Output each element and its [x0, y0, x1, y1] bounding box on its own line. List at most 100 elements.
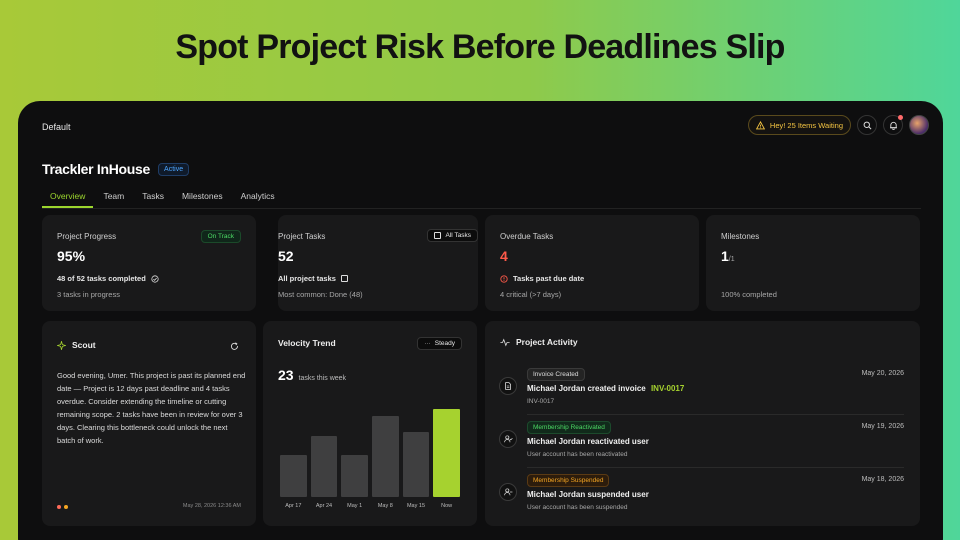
all-project-tasks-label: All project tasks	[278, 274, 336, 283]
activity-tag: Membership Suspended	[527, 474, 610, 487]
milestones-total: /1	[728, 256, 735, 263]
velocity-value: 23	[278, 367, 294, 383]
page-headline: Spot Project Risk Before Deadlines Slip	[175, 28, 785, 66]
divider	[527, 414, 904, 415]
steady-label: Steady	[434, 340, 455, 347]
activity-item[interactable]: Membership Reactivated Michael Jordan re…	[499, 418, 904, 470]
velocity-bar	[310, 435, 338, 497]
divider	[527, 467, 904, 468]
velocity-bar	[402, 431, 430, 497]
velocity-bar	[372, 416, 399, 497]
activity-tag: Membership Reactivated	[527, 421, 611, 434]
card-label: Project Tasks	[278, 232, 326, 241]
notifications-button[interactable]	[883, 115, 903, 135]
scout-dot	[57, 505, 61, 509]
project-progress-card: Project Progress On Track 95% 48 of 52 t…	[42, 215, 256, 311]
file-icon	[505, 382, 511, 390]
velocity-value-row: 23 tasks this week	[278, 367, 346, 383]
workspace-selector[interactable]: Default	[42, 122, 71, 132]
activity-title: Project Activity	[516, 337, 578, 347]
velocity-bar	[280, 454, 307, 497]
progress-value: 95%	[57, 248, 86, 264]
completed-count: 48 of 52 tasks completed	[57, 274, 146, 283]
card-label: Milestones	[721, 232, 760, 241]
warning-icon	[755, 120, 765, 129]
project-status-badge: Active	[158, 162, 190, 176]
search-button[interactable]	[857, 115, 877, 135]
activity-icon-wrap	[499, 483, 517, 501]
alert-circle-icon	[500, 274, 508, 283]
tab-tasks[interactable]: Tasks	[134, 189, 172, 208]
tab-milestones[interactable]: Milestones	[174, 189, 231, 208]
activity-item[interactable]: Invoice Created Michael Jordan created i…	[499, 365, 904, 417]
project-tasks-card: Project Tasks All Tasks 52 All project t…	[278, 215, 478, 311]
tasks-detail: All project tasks	[278, 274, 348, 283]
project-title: Trackler InHouse	[42, 161, 151, 177]
project-tabs: Overview Team Tasks Milestones Analytics	[42, 189, 921, 209]
velocity-tick-label: May 15	[406, 503, 426, 509]
tab-team[interactable]: Team	[95, 189, 132, 208]
card-label: Project Progress	[57, 232, 117, 241]
velocity-tick-label: May 8	[377, 503, 393, 509]
past-due-label: Tasks past due date	[513, 274, 585, 283]
invoice-link[interactable]: INV-0017	[651, 384, 684, 393]
velocity-tick-label: May 1	[347, 503, 363, 509]
card-label: Overdue Tasks	[500, 232, 554, 241]
top-bar: Default Hey! 25 Items Waiting	[42, 115, 929, 139]
project-header: Trackler InHouse Active	[42, 161, 190, 177]
velocity-card: Velocity Trend ··· Steady 23 tasks this …	[263, 321, 477, 526]
velocity-tick-label: Apr 17	[285, 503, 302, 509]
refresh-icon[interactable]	[230, 342, 239, 351]
scout-message: Good evening, Umer. This project is past…	[57, 371, 246, 445]
waiting-items-button[interactable]: Hey! 25 Items Waiting	[747, 115, 851, 135]
activity-tag: Invoice Created	[527, 368, 585, 381]
notification-dot	[898, 115, 903, 120]
activity-subtext: User account has been suspended	[527, 504, 628, 511]
overdue-detail: Tasks past due date	[500, 274, 584, 283]
activity-icon-wrap	[499, 377, 517, 395]
bell-icon	[889, 121, 897, 130]
check-circle-icon	[151, 274, 159, 283]
user-minus-icon	[503, 488, 512, 496]
activity-title-text: Michael Jordan reactivated user	[527, 437, 649, 446]
scout-card: Scout Good evening, Umer. This project i…	[42, 321, 256, 526]
top-actions: Hey! 25 Items Waiting	[747, 115, 929, 135]
velocity-bar	[341, 454, 368, 497]
dash-icon: ···	[424, 340, 431, 347]
activity-icon-wrap	[499, 430, 517, 448]
search-icon	[863, 121, 871, 129]
activity-item[interactable]: Membership Suspended Michael Jordan susp…	[499, 471, 904, 523]
velocity-title: Velocity Trend	[278, 338, 336, 348]
activity-title-text: Michael Jordan created invoice	[527, 384, 646, 393]
checkbox-icon	[434, 232, 442, 239]
all-tasks-filter[interactable]: All Tasks	[427, 229, 478, 242]
activity-title-text: Michael Jordan suspended user	[527, 490, 649, 499]
all-tasks-label: All Tasks	[445, 232, 471, 239]
tasks-value: 52	[278, 248, 294, 264]
activity-date: May 18, 2026	[861, 476, 904, 483]
tab-overview[interactable]: Overview	[42, 189, 94, 208]
in-progress-count: 3 tasks in progress	[57, 290, 120, 299]
milestones-value: 1	[721, 248, 729, 264]
scout-timestamp: May 28, 2026 12:36 AM	[182, 503, 241, 509]
sparkle-icon	[57, 340, 66, 350]
milestones-card: Milestones 1/1 100% completed	[706, 215, 920, 311]
waiting-items-label: Hey! 25 Items Waiting	[769, 120, 843, 130]
project-activity-card: Project Activity Invoice Created Michael…	[485, 321, 920, 526]
most-common-status: Most common: Done (48)	[278, 290, 363, 299]
activity-date: May 19, 2026	[861, 423, 904, 430]
scout-title: Scout	[72, 340, 96, 350]
critical-count: 4 critical (>7 days)	[500, 290, 562, 299]
velocity-tick-label: Now	[441, 503, 453, 509]
checkbox-icon	[340, 275, 348, 282]
user-avatar[interactable]	[909, 115, 929, 135]
activity-date: May 20, 2026	[861, 370, 904, 377]
velocity-bar-chart: Apr 17 Apr 24 May 1 May 8 May 15 Now	[278, 401, 462, 511]
velocity-tick-label: Apr 24	[315, 503, 333, 509]
velocity-bar	[433, 408, 460, 497]
tab-analytics[interactable]: Analytics	[233, 189, 283, 208]
activity-header: Project Activity	[500, 337, 578, 347]
milestones-value-row: 1/1	[721, 248, 735, 264]
activity-subtext: User account has been reactivated	[527, 451, 628, 458]
scout-dot	[64, 505, 68, 509]
